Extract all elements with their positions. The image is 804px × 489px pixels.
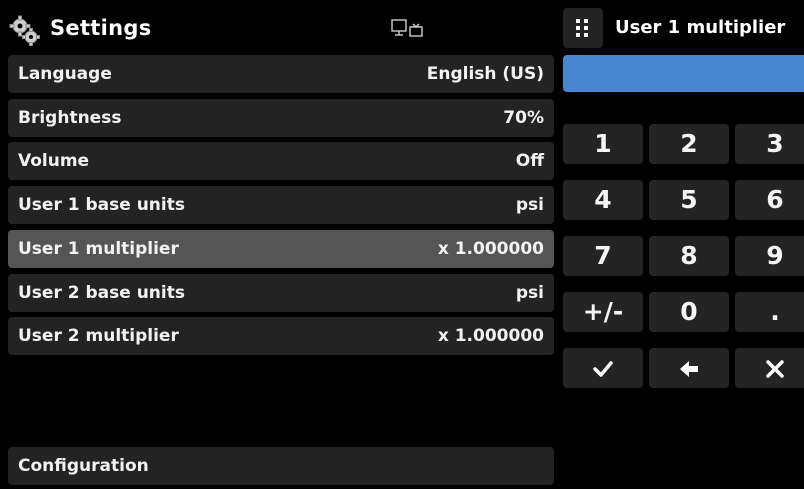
row-label: Language bbox=[18, 64, 112, 84]
row-label: Brightness bbox=[18, 108, 122, 128]
row-label: User 2 base units bbox=[18, 283, 185, 303]
check-icon bbox=[593, 361, 613, 377]
key-cancel[interactable] bbox=[735, 348, 804, 388]
key-2[interactable]: 2 bbox=[649, 124, 729, 164]
key-backspace[interactable] bbox=[649, 348, 729, 388]
key-9[interactable]: 9 bbox=[735, 236, 804, 276]
settings-row-user2-base-units[interactable]: User 2 base units psi bbox=[8, 274, 554, 312]
row-label: User 1 multiplier bbox=[18, 239, 179, 259]
row-value: x 1.000000 bbox=[437, 239, 544, 259]
settings-row-user1-multiplier[interactable]: User 1 multiplier x 1.000000 bbox=[8, 230, 554, 268]
settings-row-user1-base-units[interactable]: User 1 base units psi bbox=[8, 186, 554, 224]
key-plus-minus[interactable]: +/- bbox=[563, 292, 643, 332]
close-icon bbox=[766, 360, 784, 378]
key-6[interactable]: 6 bbox=[735, 180, 804, 220]
settings-header: Settings bbox=[8, 10, 556, 50]
row-label: User 1 base units bbox=[18, 195, 185, 215]
configuration-label: Configuration bbox=[18, 456, 149, 476]
key-7[interactable]: 7 bbox=[563, 236, 643, 276]
key-0[interactable]: 0 bbox=[649, 292, 729, 332]
key-4[interactable]: 4 bbox=[563, 180, 643, 220]
gear-icon bbox=[9, 15, 40, 46]
key-5[interactable]: 5 bbox=[649, 180, 729, 220]
key-3[interactable]: 3 bbox=[735, 124, 804, 164]
settings-row-language[interactable]: Language English (US) bbox=[8, 55, 554, 93]
row-value: x 1.000000 bbox=[437, 326, 544, 346]
keypad-header: User 1 multiplier bbox=[563, 8, 804, 48]
page-title: Settings bbox=[50, 16, 152, 40]
key-8[interactable]: 8 bbox=[649, 236, 729, 276]
key-decimal[interactable]: . bbox=[735, 292, 804, 332]
keypad-title: User 1 multiplier bbox=[615, 17, 786, 38]
row-value: 70% bbox=[503, 108, 544, 128]
configuration-button[interactable]: Configuration bbox=[8, 447, 554, 485]
grid-menu-button[interactable] bbox=[563, 8, 603, 48]
row-label: Volume bbox=[18, 151, 90, 171]
remote-display-icon bbox=[391, 19, 423, 37]
value-entry-field[interactable] bbox=[563, 55, 804, 92]
row-value: psi bbox=[515, 195, 544, 215]
key-enter[interactable] bbox=[563, 348, 643, 388]
settings-row-brightness[interactable]: Brightness 70% bbox=[8, 99, 554, 137]
row-value: Off bbox=[515, 151, 544, 171]
row-value: English (US) bbox=[426, 64, 544, 84]
settings-row-volume[interactable]: Volume Off bbox=[8, 142, 554, 180]
key-1[interactable]: 1 bbox=[563, 124, 643, 164]
backspace-icon bbox=[680, 361, 698, 377]
row-value: psi bbox=[515, 283, 544, 303]
settings-row-user2-multiplier[interactable]: User 2 multiplier x 1.000000 bbox=[8, 317, 554, 355]
row-label: User 2 multiplier bbox=[18, 326, 179, 346]
